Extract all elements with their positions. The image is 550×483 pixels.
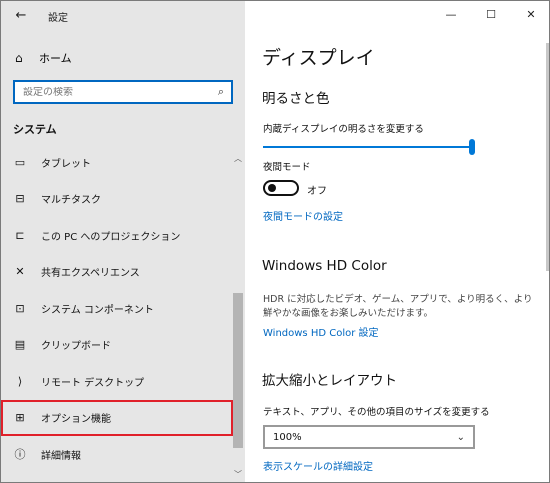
night-mode-toggle[interactable] (263, 180, 299, 196)
sidebar-scrollbar[interactable] (233, 293, 243, 448)
brightness-slider[interactable] (263, 139, 475, 155)
search-icon[interactable]: ⌕ (211, 85, 231, 99)
content-pane: — ☐ ✕ ディスプレイ 明るさと色 内蔵ディスプレイの明るさを変更する 夜間モ… (245, 1, 549, 482)
search-input[interactable] (15, 86, 211, 98)
sidebar-item-remote-desktop[interactable]: ⟩ リモート デスクトップ (1, 363, 233, 400)
sidebar-item-projecting[interactable]: ⊏ この PC へのプロジェクション (1, 217, 233, 254)
sidebar-item-home[interactable]: ⌂ ホーム (1, 45, 233, 71)
shared-experiences-icon: ✕ (15, 265, 25, 279)
scale-label: テキスト、アプリ、その他の項目のサイズを変更する (263, 407, 490, 418)
sidebar-item-multitasking[interactable]: ⊟ マルチタスク (1, 181, 233, 218)
sidebar-item-label: 共有エクスペリエンス (41, 268, 140, 280)
chevron-down-icon: ⌄ (456, 431, 465, 443)
scroll-down-icon[interactable]: ﹀ (232, 469, 244, 480)
sidebar-nav: ▭ タブレット ⊟ マルチタスク ⊏ この PC へのプロジェクション ✕ 共有… (1, 144, 233, 473)
hd-color-heading: Windows HD Color (262, 258, 387, 274)
tablet-icon: ▭ (14, 155, 26, 169)
content-scrollbar[interactable] (546, 43, 549, 271)
multitasking-icon: ⊟ (15, 192, 25, 206)
projection-icon: ⊏ (15, 228, 25, 242)
window-title: 設定 (48, 13, 68, 24)
search-box: ⌕ (13, 80, 233, 104)
slider-track (263, 146, 475, 148)
title-bar: ← 設定 (1, 1, 245, 31)
sidebar-item-label: マルチタスク (41, 195, 101, 207)
minimize-icon: — (445, 7, 457, 21)
sidebar-item-optional-features[interactable]: ⊞ オプション機能 (1, 399, 233, 436)
page-title: ディスプレイ (262, 47, 375, 69)
scale-layout-heading: 拡大縮小とレイアウト (262, 373, 397, 389)
home-icon: ⌂ (15, 51, 23, 65)
section-header: システム (13, 123, 57, 136)
night-mode-label: 夜間モード (263, 162, 311, 173)
back-arrow-icon: ← (15, 7, 27, 23)
window-controls: — ☐ ✕ (431, 1, 549, 29)
remote-desktop-icon: ⟩ (17, 374, 23, 388)
scale-select[interactable]: 100% ⌄ (263, 425, 475, 449)
close-icon: ✕ (526, 7, 536, 21)
sidebar-item-label: リモート デスクトップ (41, 377, 145, 389)
clipboard-icon: ▤ (14, 338, 26, 352)
scroll-up-icon[interactable]: ︿ (232, 153, 244, 164)
scale-selected-value: 100% (273, 431, 302, 443)
maximize-icon: ☐ (486, 7, 496, 21)
minimize-button[interactable]: — (431, 1, 471, 27)
sidebar-item-tablet[interactable]: ▭ タブレット (1, 144, 233, 181)
hd-color-settings-link[interactable]: Windows HD Color 設定 (263, 324, 379, 339)
sidebar-item-label: この PC へのプロジェクション (41, 231, 181, 243)
sidebar-item-label: ホーム (39, 52, 72, 65)
back-button[interactable]: ← (9, 5, 33, 25)
toggle-state-label: オフ (307, 186, 327, 197)
sidebar-item-label: 詳細情報 (41, 450, 81, 462)
slider-thumb[interactable] (469, 139, 475, 155)
sidebar-item-label: タブレット (41, 158, 91, 170)
hd-color-description: HDR に対応したビデオ、ゲーム、アプリで、より明るく、より鮮やかな画像をお楽し… (263, 294, 533, 319)
sidebar-item-about[interactable]: ⓘ 詳細情報 (1, 436, 233, 473)
maximize-button[interactable]: ☐ (471, 1, 511, 27)
close-button[interactable]: ✕ (511, 1, 549, 27)
info-icon: ⓘ (14, 448, 26, 462)
sidebar-item-shared-experiences[interactable]: ✕ 共有エクスペリエンス (1, 254, 233, 291)
brightness-slider-label: 内蔵ディスプレイの明るさを変更する (263, 124, 424, 135)
sidebar: ← 設定 ⌂ ホーム ⌕ システム ▭ タブレット ⊟ マルチタスク ⊏ この … (1, 1, 245, 482)
system-components-icon: ⊡ (15, 301, 25, 315)
sidebar-item-label: クリップボード (41, 341, 111, 353)
sidebar-item-system-components[interactable]: ⊡ システム コンポーネント (1, 290, 233, 327)
brightness-heading: 明るさと色 (262, 91, 330, 107)
settings-window: ← 設定 ⌂ ホーム ⌕ システム ▭ タブレット ⊟ マルチタスク ⊏ この … (0, 0, 550, 483)
night-mode-settings-link[interactable]: 夜間モードの設定 (263, 208, 343, 223)
toggle-knob (268, 184, 276, 192)
sidebar-item-label: オプション機能 (41, 414, 111, 426)
advanced-scaling-link[interactable]: 表示スケールの詳細設定 (263, 458, 373, 473)
optional-features-icon: ⊞ (15, 411, 25, 425)
sidebar-item-clipboard[interactable]: ▤ クリップボード (1, 327, 233, 364)
sidebar-item-label: システム コンポーネント (41, 304, 154, 316)
